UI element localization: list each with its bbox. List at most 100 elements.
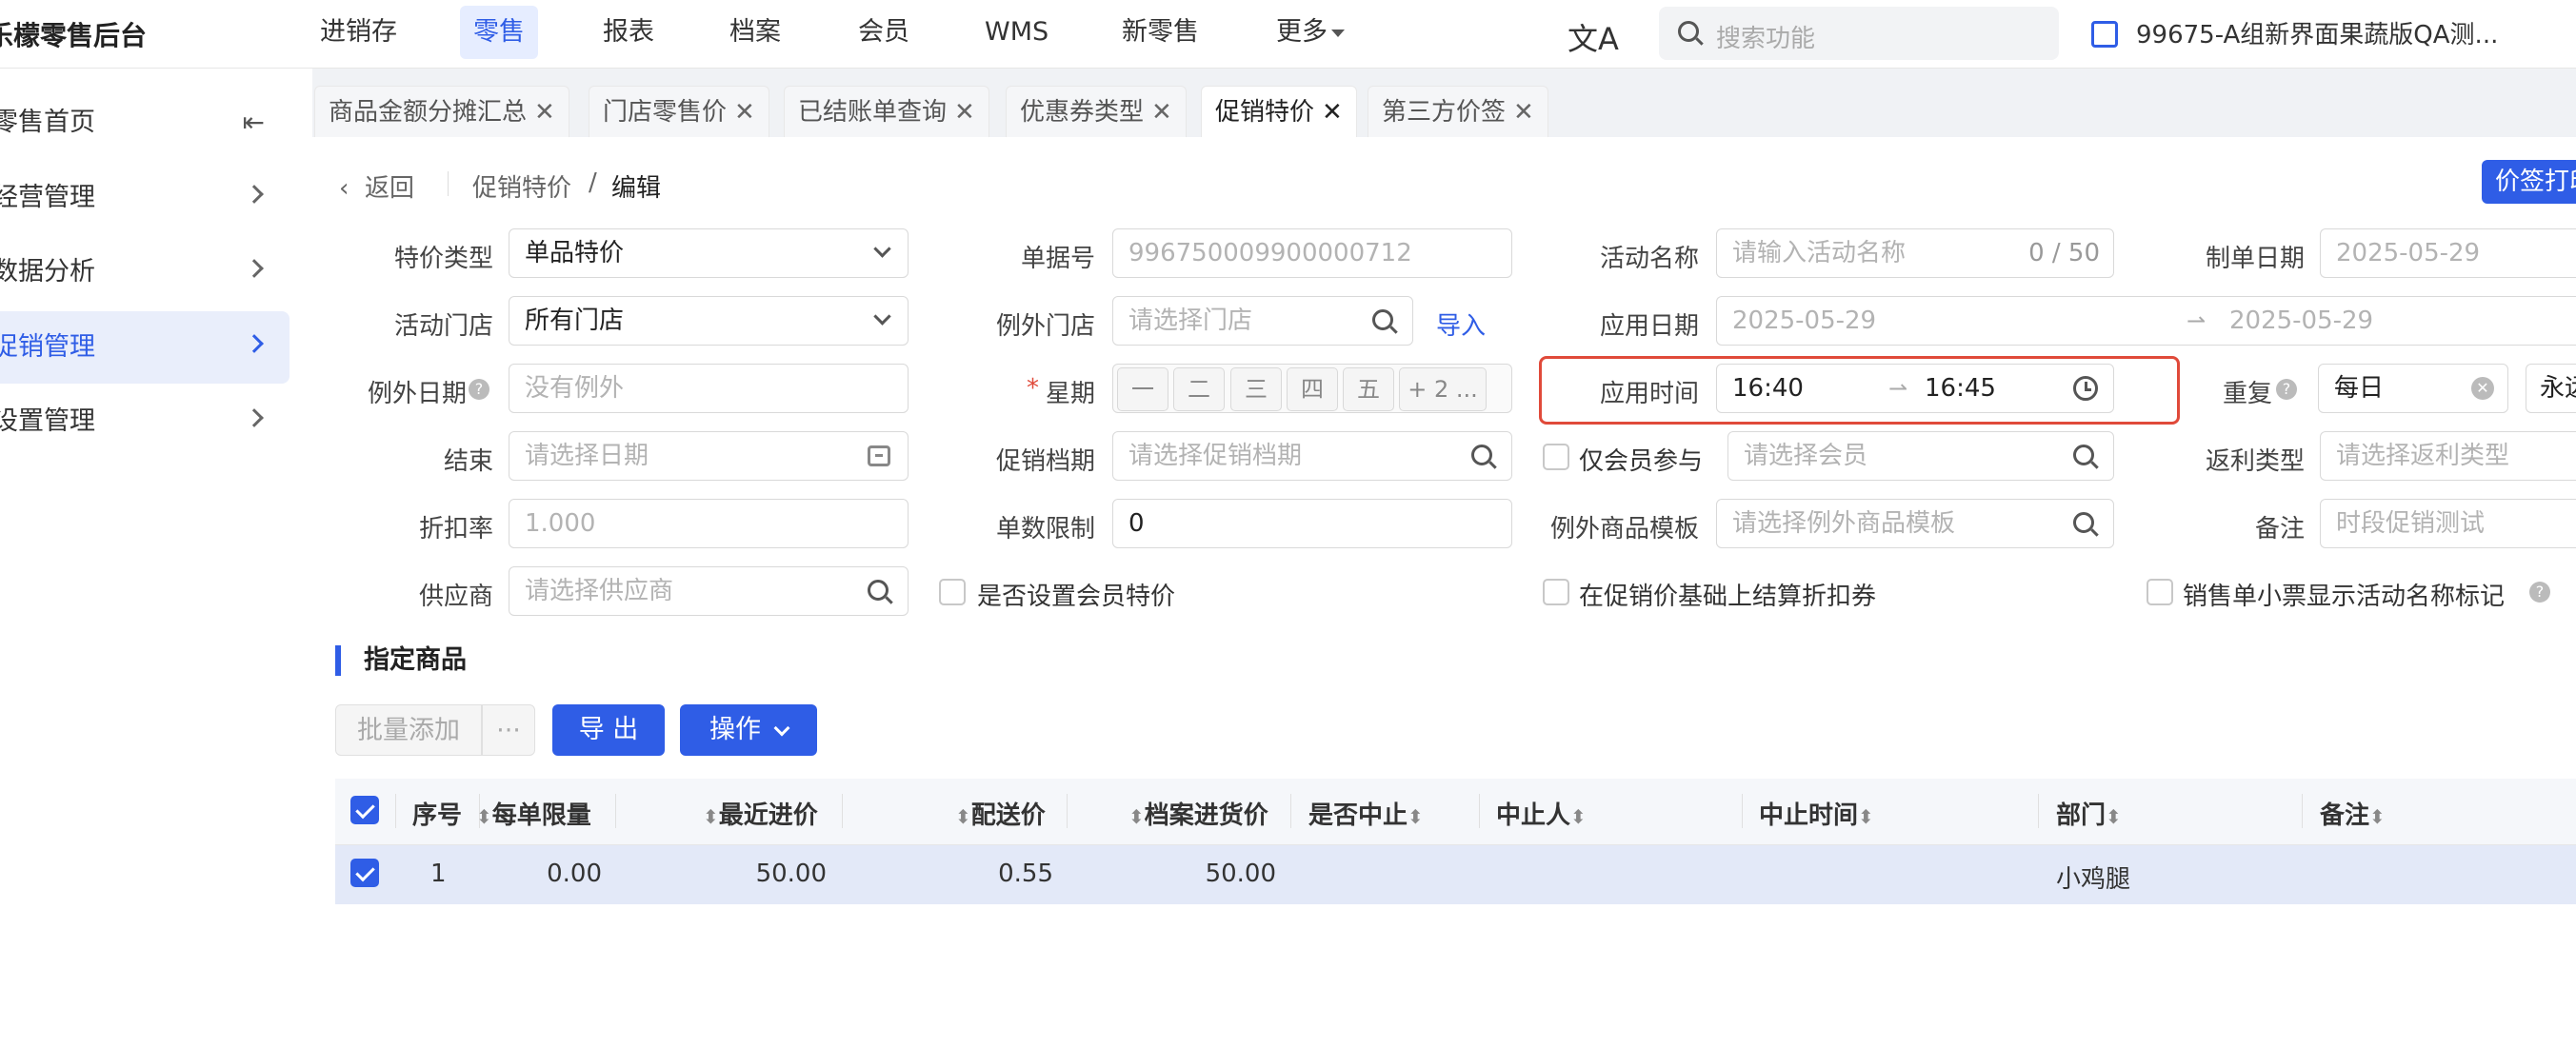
col-label: 档案进货价 bbox=[1144, 801, 1268, 830]
tab-third-party-label[interactable]: 第三方价签 ✕ bbox=[1368, 86, 1548, 137]
remark-label: 备注 bbox=[2254, 515, 2305, 544]
remark-input[interactable]: 时段促销测试 bbox=[2320, 499, 2576, 548]
nav-reports[interactable]: 报表 bbox=[589, 6, 668, 59]
except-template-input[interactable]: 请选择例外商品模板 bbox=[1716, 499, 2114, 548]
help-icon[interactable]: ? bbox=[2276, 379, 2297, 400]
column-divider bbox=[615, 794, 616, 828]
col-label: 每单限量 bbox=[491, 801, 591, 830]
sort-icon: ⬍ bbox=[703, 805, 719, 828]
tab-store-price[interactable]: 门店零售价 ✕ bbox=[589, 86, 769, 137]
nav-retail[interactable]: 零售 bbox=[460, 6, 538, 59]
repeat-select[interactable]: 每日 ✕ bbox=[2318, 364, 2508, 413]
close-icon[interactable]: ✕ bbox=[1151, 98, 1172, 127]
sort-icon: ⬍ bbox=[955, 805, 971, 828]
col-stop-time[interactable]: 中止时间⬍ bbox=[1759, 796, 1874, 831]
operate-button[interactable]: 操作 bbox=[680, 704, 817, 756]
weekday-tue[interactable]: 二 bbox=[1173, 367, 1225, 411]
translate-icon[interactable]: 文A bbox=[1568, 15, 1619, 59]
end-date-input[interactable]: 请选择日期 bbox=[509, 431, 909, 481]
activity-name-input[interactable]: 请输入活动名称 0 / 50 bbox=[1716, 228, 2114, 278]
receipt-mark-checkbox[interactable] bbox=[2147, 579, 2173, 605]
batch-more-button[interactable]: ··· bbox=[482, 704, 535, 756]
weekday-more[interactable]: + 2 ... bbox=[1399, 367, 1487, 411]
sidebar-item-settings[interactable]: 设置管理 bbox=[0, 386, 290, 458]
col-remark[interactable]: 备注⬍ bbox=[2320, 796, 2386, 831]
tab-amount-allocation[interactable]: 商品金额分摊汇总 ✕ bbox=[314, 86, 569, 137]
promo-level-input[interactable]: 请选择促销档期 bbox=[1112, 431, 1512, 481]
search-input[interactable]: 搜索功能 bbox=[1659, 7, 2059, 60]
char-count: 0 / 50 bbox=[2028, 239, 2100, 267]
discount-rate-input[interactable]: 1.000 bbox=[509, 499, 909, 548]
weekday-fri[interactable]: 五 bbox=[1343, 367, 1394, 411]
except-store-input[interactable]: 请选择门店 bbox=[1112, 296, 1413, 346]
weekday-wed[interactable]: 三 bbox=[1230, 367, 1282, 411]
member-only-checkbox[interactable] bbox=[1543, 444, 1569, 470]
import-link[interactable]: 导入 bbox=[1436, 306, 1486, 342]
special-type-select[interactable]: 单品特价 bbox=[509, 228, 909, 278]
except-date-input[interactable]: 没有例外 bbox=[509, 364, 909, 413]
except-template-placeholder: 请选择例外商品模板 bbox=[1732, 509, 1956, 538]
clear-icon[interactable]: ✕ bbox=[2471, 377, 2494, 400]
batch-add-button[interactable]: 批量添加 bbox=[335, 704, 482, 756]
sidebar-item-promotion[interactable]: 促销管理 bbox=[0, 311, 290, 384]
nav-more[interactable]: 更多 bbox=[1263, 6, 1358, 59]
store-select[interactable]: 所有门店 bbox=[509, 296, 909, 346]
apply-time-range[interactable]: 16:40 ⇀ 16:45 bbox=[1716, 364, 2114, 413]
sidebar-item-operation[interactable]: 经营管理 bbox=[0, 162, 290, 234]
collapse-icon[interactable]: ⇤ bbox=[243, 87, 265, 159]
close-icon[interactable]: ✕ bbox=[734, 98, 755, 127]
close-icon[interactable]: ✕ bbox=[534, 98, 555, 127]
nav-archive[interactable]: 档案 bbox=[716, 6, 794, 59]
col-dept[interactable]: 部门⬍ bbox=[2056, 796, 2122, 831]
row-checkbox[interactable] bbox=[350, 859, 379, 887]
supplier-input[interactable]: 请选择供应商 bbox=[509, 566, 909, 616]
close-icon[interactable]: ✕ bbox=[954, 98, 975, 127]
member-input[interactable]: 请选择会员 bbox=[1727, 431, 2114, 481]
col-label: 备注 bbox=[2320, 801, 2370, 830]
chevron-right-icon bbox=[245, 185, 264, 204]
cell-no: 1 bbox=[430, 860, 447, 888]
nav-new-retail[interactable]: 新零售 bbox=[1108, 6, 1212, 59]
weekday-mon[interactable]: 一 bbox=[1117, 367, 1168, 411]
back-button[interactable]: ‹ 返回 bbox=[339, 168, 414, 204]
search-icon bbox=[2073, 512, 2094, 533]
help-icon[interactable]: ? bbox=[469, 379, 489, 400]
rebate-type-select[interactable]: 请选择返利类型 bbox=[2320, 431, 2576, 481]
table-row[interactable] bbox=[335, 845, 2576, 904]
nav-wms[interactable]: WMS bbox=[971, 6, 1062, 59]
col-delivery-price[interactable]: ⬍配送价 bbox=[955, 796, 1046, 831]
settle-coupon-checkbox[interactable] bbox=[1543, 579, 1569, 605]
weekday-thu[interactable]: 四 bbox=[1287, 367, 1338, 411]
nav-more-label: 更多 bbox=[1276, 17, 1328, 47]
tab-label: 商品金额分摊汇总 bbox=[329, 98, 528, 127]
repeat-extra-select[interactable]: 永远 bbox=[2526, 364, 2576, 413]
col-archive-price[interactable]: ⬍档案进货价 bbox=[1128, 796, 1268, 831]
sidebar-item-retail-home[interactable]: 零售首页 ⇤ bbox=[0, 87, 290, 159]
tab-promo-special[interactable]: 促销特价 ✕ bbox=[1201, 86, 1357, 137]
col-stopper[interactable]: 中止人⬍ bbox=[1496, 796, 1587, 831]
export-button[interactable]: 导 出 bbox=[552, 704, 665, 756]
col-order-limit[interactable]: ⬍每单限量 bbox=[476, 796, 591, 831]
col-stopped[interactable]: 是否中止⬍ bbox=[1308, 796, 1424, 831]
nav-inventory[interactable]: 进销存 bbox=[307, 6, 410, 59]
help-icon[interactable]: ? bbox=[2529, 582, 2550, 603]
chevron-right-icon bbox=[245, 259, 264, 278]
sidebar-item-analysis[interactable]: 数据分析 bbox=[0, 236, 290, 308]
tab-coupon-type[interactable]: 优惠券类型 ✕ bbox=[1006, 86, 1187, 137]
org-switcher[interactable]: 99675-A组新界面果蔬版QA测... bbox=[2136, 15, 2498, 50]
close-icon[interactable]: ✕ bbox=[1513, 98, 1534, 127]
chevron-right-icon bbox=[245, 334, 264, 353]
order-limit-input[interactable]: 0 bbox=[1112, 499, 1512, 548]
close-icon[interactable]: ✕ bbox=[1322, 98, 1343, 127]
tab-settled-bills[interactable]: 已结账单查询 ✕ bbox=[784, 86, 989, 137]
except-store-placeholder: 请选择门店 bbox=[1128, 306, 1253, 335]
breadcrumb-parent[interactable]: 促销特价 bbox=[472, 168, 571, 204]
member-price-checkbox[interactable] bbox=[939, 579, 966, 605]
search-icon bbox=[1372, 309, 1393, 330]
select-all-checkbox[interactable] bbox=[350, 796, 379, 824]
col-no[interactable]: 序号 bbox=[412, 796, 462, 831]
print-label-button[interactable]: 价签打印 bbox=[2482, 160, 2576, 204]
col-recent-price[interactable]: ⬍最近进价 bbox=[703, 796, 818, 831]
nav-member[interactable]: 会员 bbox=[845, 6, 923, 59]
apply-date-range[interactable]: 2025-05-29 ⇀ 2025-05-29 bbox=[1716, 296, 2576, 346]
